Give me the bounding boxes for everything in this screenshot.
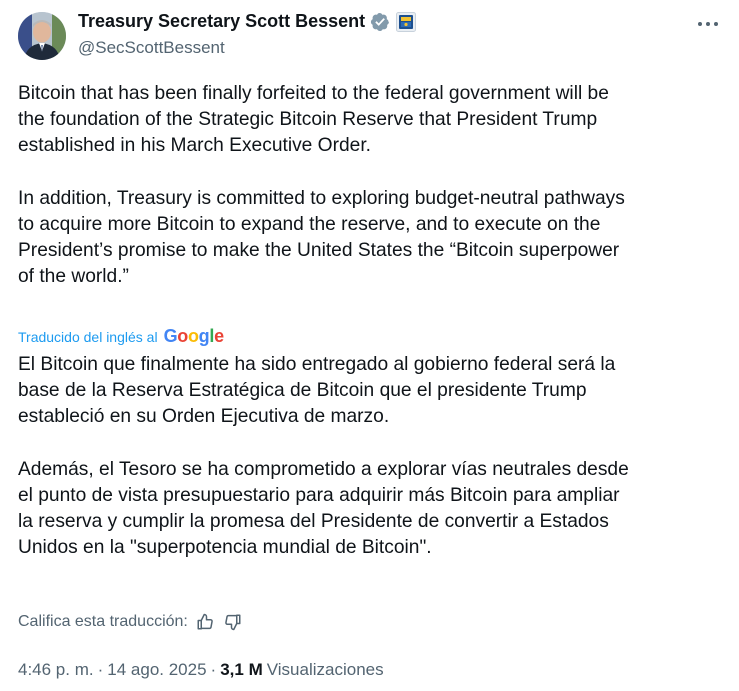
meta-separator: · — [97, 660, 104, 679]
rate-translation-row: Califica esta traducción: — [18, 611, 244, 633]
views-label: Visualizaciones — [266, 660, 384, 679]
name-row: Treasury Secretary Scott Bessent — [78, 11, 417, 32]
verified-badge-icon[interactable] — [370, 12, 390, 32]
thumbs-up-icon[interactable] — [194, 611, 216, 633]
tweet-time[interactable]: 4:46 p. m. — [18, 660, 94, 680]
author-display-name[interactable]: Treasury Secretary Scott Bessent — [78, 11, 365, 32]
thumbs-down-icon[interactable] — [222, 611, 244, 633]
tweet-translated-text: El Bitcoin que finalmente ha sido entreg… — [18, 354, 629, 559]
tweet: Treasury Secretary Scott Bessent @SecSco… — [0, 0, 739, 691]
meta-separator: · — [210, 660, 217, 679]
author-handle[interactable]: @SecScottBessent — [78, 38, 225, 58]
translated-by-link[interactable]: Traducido del inglés al — [18, 329, 158, 345]
tweet-header: Treasury Secretary Scott Bessent @SecSco… — [18, 8, 725, 64]
rate-translation-label: Califica esta traducción: — [18, 613, 188, 630]
treasury-seal-icon[interactable] — [396, 11, 417, 32]
tweet-original-text: Bitcoin that has been finally forfeited … — [18, 83, 625, 288]
views-count[interactable]: 3,1 M — [220, 660, 263, 680]
avatar[interactable] — [18, 12, 66, 60]
translation-attribution: Traducido del inglés al Google — [18, 326, 224, 347]
tweet-date[interactable]: 14 ago. 2025 — [107, 660, 206, 680]
more-icon[interactable] — [691, 14, 725, 34]
tweet-meta: 4:46 p. m. · 14 ago. 2025 · 3,1 M Visual… — [18, 660, 384, 680]
google-logo: Google — [163, 326, 225, 346]
